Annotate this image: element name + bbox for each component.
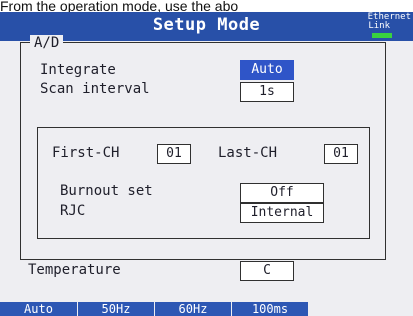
softkey-50hz[interactable]: 50Hz bbox=[78, 302, 155, 316]
softkey-60hz[interactable]: 60Hz bbox=[155, 302, 232, 316]
temperature-field[interactable]: C bbox=[240, 261, 294, 281]
last-ch-label: Last-CH bbox=[218, 145, 278, 161]
scan-interval-field[interactable]: 1s bbox=[240, 82, 294, 102]
ad-group-label: A/D bbox=[30, 35, 64, 51]
softkey-100ms[interactable]: 100ms bbox=[232, 302, 309, 316]
link-label: Link bbox=[368, 21, 390, 31]
first-ch-field[interactable]: 01 bbox=[157, 144, 191, 164]
scan-interval-label: Scan interval bbox=[40, 81, 150, 97]
link-status-icon bbox=[372, 33, 392, 38]
page-caption: From the operation mode, use the abo bbox=[0, 0, 239, 12]
integrate-field[interactable]: Auto bbox=[240, 60, 294, 80]
page-title: Setup Mode bbox=[152, 15, 261, 35]
first-ch-label: First-CH bbox=[52, 145, 120, 161]
setup-screen: Setup Mode Ethernet Link A/D Integrate A… bbox=[0, 12, 413, 316]
rjc-field[interactable]: Internal bbox=[240, 203, 324, 223]
softkey-auto[interactable]: Auto bbox=[0, 302, 78, 316]
rjc-label: RJC bbox=[60, 203, 86, 219]
last-ch-field[interactable]: 01 bbox=[324, 144, 358, 164]
temperature-label: Temperature bbox=[28, 262, 121, 278]
burnout-set-field[interactable]: Off bbox=[240, 183, 324, 203]
softkey-bar: Auto 50Hz 60Hz 100ms bbox=[0, 302, 413, 316]
integrate-label: Integrate bbox=[40, 62, 116, 78]
burnout-set-label: Burnout set bbox=[60, 183, 153, 199]
